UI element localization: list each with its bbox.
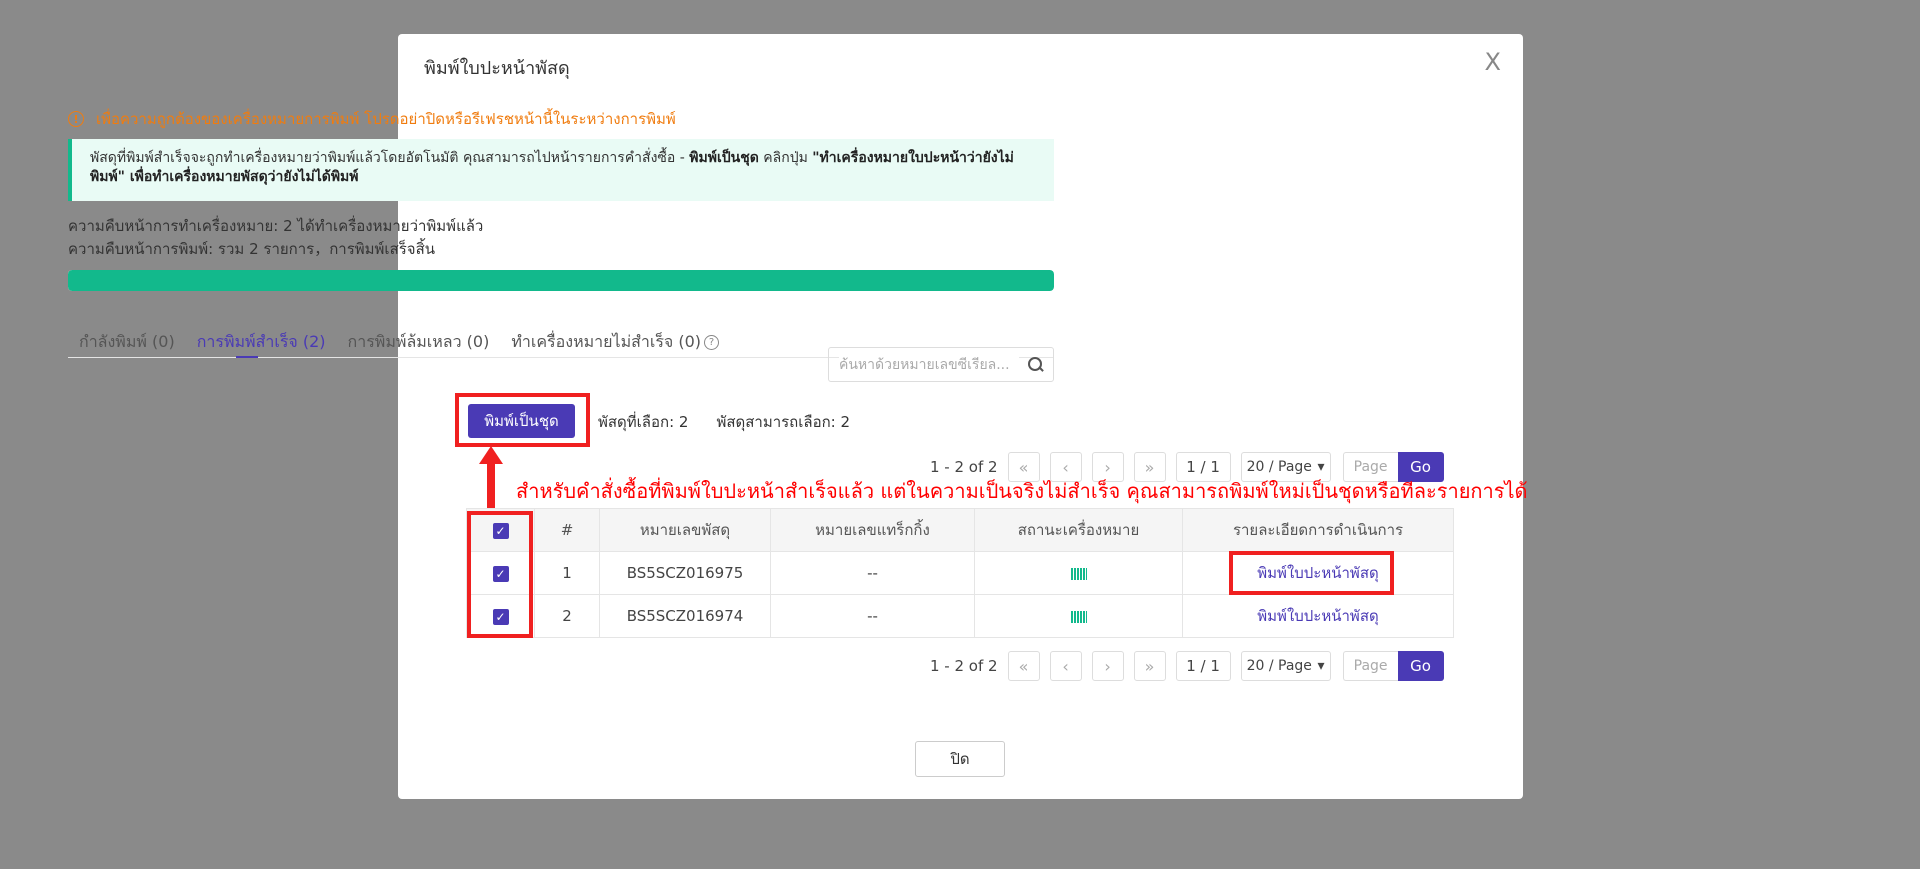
barcode-icon [1070, 610, 1087, 623]
info-text-1: พัสดุที่พิมพ์สำเร็จจะถูกทำเครื่องหมายว่า… [90, 150, 690, 166]
header-mark-status: สถานะเครื่องหมาย [974, 508, 1183, 552]
selectable-count: พัสดุสามารถเลือก: 2 [716, 413, 851, 431]
tab-mark-failed[interactable]: ทำเครื่องหมายไม่สำเร็จ (0)? [500, 318, 730, 357]
pager-count: 1 - 2 of 2 [930, 458, 998, 476]
info-bold-1: พิมพ์เป็นชุด [689, 150, 759, 166]
warning-icon: ! [68, 111, 84, 127]
search-box [828, 347, 1054, 382]
help-icon[interactable]: ? [704, 335, 720, 350]
table-header-row: ✓ # หมายเลขพัสดุ หมายเลขแทร็กกิ้ง สถานะเ… [466, 508, 1454, 552]
header-index: # [534, 508, 600, 552]
tab-print-success[interactable]: การพิมพ์สำเร็จ (2) [186, 318, 337, 358]
header-tracking: หมายเลขแทร็กกิ้ง [770, 508, 975, 552]
pagination-bottom: 1 - 2 of 2 « ‹ › » 1 / 1 20 / Page ▾ Page… [930, 651, 1444, 681]
close-button[interactable]: ปิด [915, 741, 1005, 777]
modal-title: พิมพ์ใบปะหน้าพัสดุ [424, 58, 570, 79]
progress-fill [68, 270, 1054, 291]
chevron-down-icon: ▾ [1317, 658, 1325, 674]
next-page-icon[interactable]: › [1091, 651, 1124, 681]
header-action: รายละเอียดการดำเนินการ [1182, 508, 1454, 552]
highlight-box-print-link [1229, 551, 1394, 595]
row-mark-status [974, 594, 1183, 638]
print-label-link[interactable]: พิมพ์ใบปะหน้าพัสดุ [1257, 607, 1378, 625]
batch-print-button[interactable]: พิมพ์เป็นชุด [468, 404, 575, 438]
go-button[interactable]: Go [1397, 651, 1444, 681]
row-index: 1 [534, 551, 600, 595]
tab-print-failed[interactable]: การพิมพ์ล้มเหลว (0) [337, 318, 501, 357]
row-parcel: BS5SCZ016974 [599, 594, 771, 638]
progress-bar [68, 270, 1054, 291]
progress-text: ความคืบหน้าการทำเครื่องหมาย: 2 ได้ทำเครื… [68, 215, 483, 261]
header-parcel: หมายเลขพัสดุ [599, 508, 771, 552]
page-size-select[interactable]: 20 / Page ▾ [1240, 651, 1331, 681]
progress-mark-text: ความคืบหน้าการทำเครื่องหมาย: 2 ได้ทำเครื… [68, 217, 484, 235]
tab-printing[interactable]: กำลังพิมพ์ (0) [68, 318, 186, 357]
page-input[interactable]: Page [1342, 651, 1398, 681]
close-icon[interactable]: X [1485, 50, 1501, 74]
search-icon[interactable] [1028, 357, 1043, 372]
prev-page-icon[interactable]: ‹ [1049, 651, 1082, 681]
row-mark-status [974, 551, 1183, 595]
chevron-down-icon: ▾ [1317, 459, 1325, 475]
barcode-icon [1070, 567, 1087, 580]
highlight-box-checkboxes [467, 511, 533, 638]
row-action-cell: พิมพ์ใบปะหน้าพัสดุ [1182, 594, 1454, 638]
selected-count: พัสดุที่เลือก: 2 [598, 413, 689, 431]
row-parcel: BS5SCZ016975 [599, 551, 771, 595]
progress-print-text: ความคืบหน้าการพิมพ์: รวม 2 รายการ，การพิม… [68, 240, 435, 258]
annotation-text: สำหรับคำสั่งซื้อที่พิมพ์ใบปะหน้าสำเร็จแล… [516, 479, 1528, 503]
row-index: 2 [534, 594, 600, 638]
warning-message: ! เพื่อความถูกต้องของเครื่องหมายการพิมพ์… [68, 107, 676, 131]
row-tracking: -- [770, 594, 975, 638]
page-size-label: 20 / Page [1246, 459, 1312, 475]
selection-info: พัสดุที่เลือก: 2 พัสดุสามารถเลือก: 2 [598, 410, 850, 434]
last-page-icon[interactable]: » [1133, 651, 1166, 681]
page-display: 1 / 1 [1175, 651, 1231, 681]
info-text-2: คลิกปุ่ม [758, 150, 813, 166]
info-box: พัสดุที่พิมพ์สำเร็จจะถูกทำเครื่องหมายว่า… [68, 139, 1054, 201]
tab-mark-failed-label: ทำเครื่องหมายไม่สำเร็จ (0) [511, 332, 702, 351]
page-size-label: 20 / Page [1246, 658, 1312, 674]
search-input[interactable] [839, 356, 1019, 373]
row-tracking: -- [770, 551, 975, 595]
warning-text: เพื่อความถูกต้องของเครื่องหมายการพิมพ์ โ… [96, 110, 676, 128]
first-page-icon[interactable]: « [1007, 651, 1040, 681]
table-row: ✓ 2 BS5SCZ016974 -- พิมพ์ใบปะหน้าพัสดุ [466, 594, 1454, 638]
annotation-arrow-shaft [487, 462, 495, 514]
pager-count: 1 - 2 of 2 [930, 657, 998, 675]
